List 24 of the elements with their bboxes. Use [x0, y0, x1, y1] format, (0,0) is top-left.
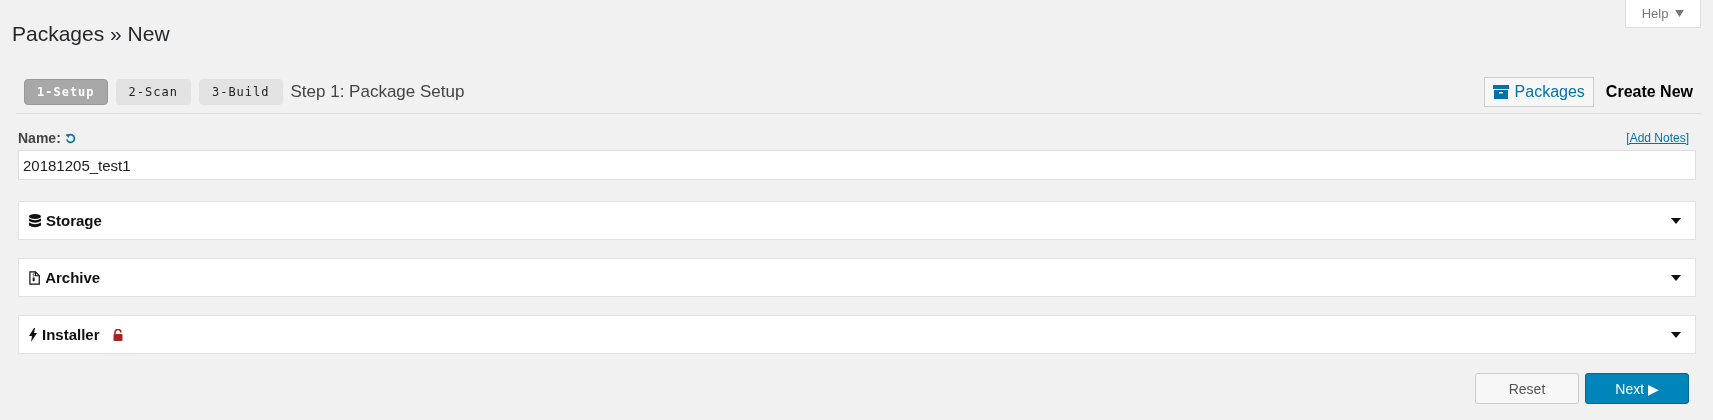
- panel-title: Archive: [45, 269, 101, 286]
- archive-box-icon: [1492, 84, 1509, 99]
- caret-icon: [1675, 10, 1685, 17]
- page-title: Packages » New: [12, 22, 170, 46]
- refresh-icon: [64, 132, 76, 144]
- collapsible-panel[interactable]: Archive: [18, 258, 1696, 297]
- collapsible-panel[interactable]: Installer: [18, 315, 1696, 354]
- reset-button[interactable]: Reset: [1475, 373, 1579, 404]
- step-tab[interactable]: 3-Build: [198, 78, 283, 105]
- collapsible-panel[interactable]: Storage: [18, 201, 1696, 240]
- step-title: Step 1: Package Setup: [290, 81, 465, 102]
- packages-button[interactable]: Packages: [1483, 76, 1594, 107]
- panel-title: Storage: [46, 212, 102, 229]
- database-icon: [29, 213, 41, 228]
- help-tab[interactable]: Help: [1625, 0, 1701, 28]
- next-button[interactable]: Next ▶: [1585, 373, 1689, 404]
- panel-title: Installer: [42, 326, 100, 343]
- name-label: Name:: [18, 130, 61, 146]
- add-notes-link[interactable]: [Add Notes]: [1626, 131, 1689, 145]
- name-field[interactable]: 20181205_test1: [18, 150, 1696, 180]
- lightning-bolt-icon: [29, 327, 37, 342]
- step-tab[interactable]: 2-Scan: [115, 78, 191, 105]
- current-page-label: Create New: [1605, 82, 1693, 101]
- zip-file-icon: [29, 270, 41, 285]
